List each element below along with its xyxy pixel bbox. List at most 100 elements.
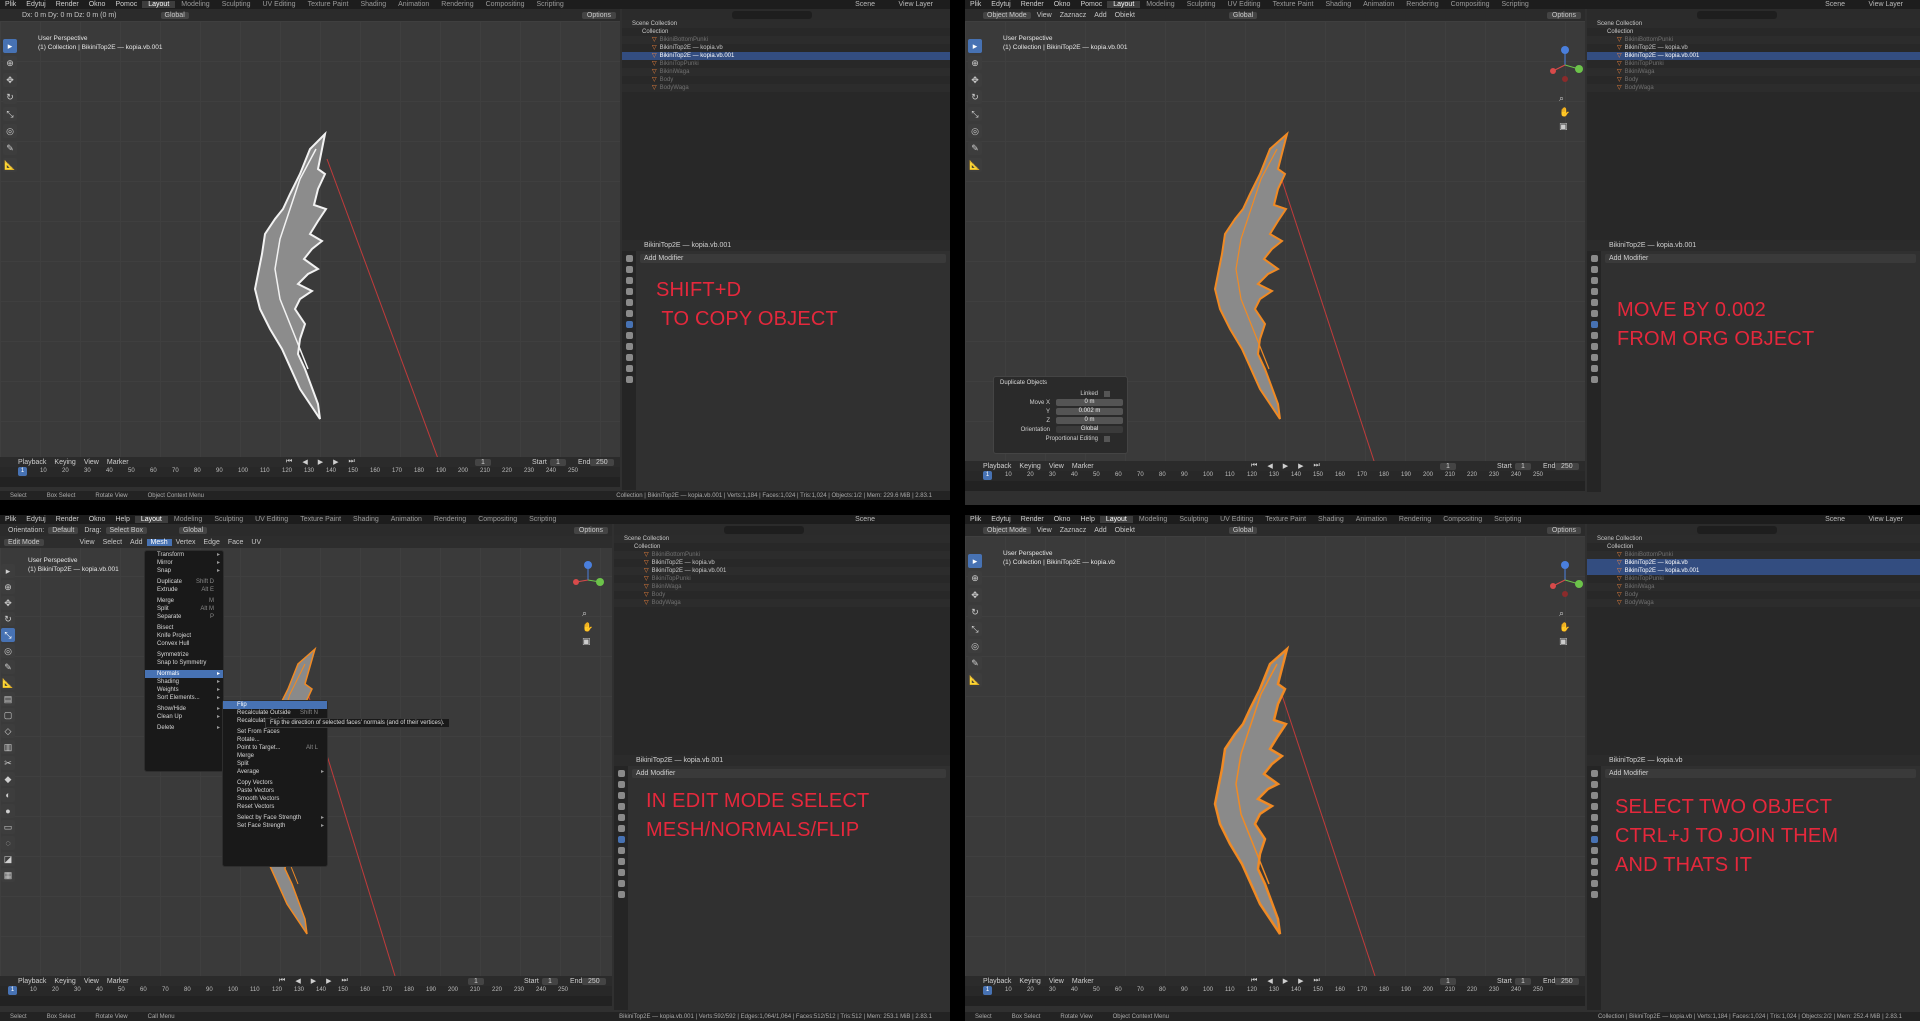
- menu-item-knife-project[interactable]: Knife Project: [145, 632, 223, 640]
- render-tab-icon[interactable]: [617, 781, 625, 788]
- tab-shading[interactable]: Shading: [1319, 1, 1357, 8]
- outliner-item[interactable]: ▽ BikiniTopPunki: [622, 60, 950, 68]
- physics-tab-icon[interactable]: [617, 858, 625, 865]
- output-tab-icon[interactable]: [1590, 792, 1598, 799]
- scene-selector[interactable]: Scene: [1820, 1, 1850, 8]
- add-modifier-button[interactable]: Add Modifier: [1605, 254, 1916, 263]
- menu-window[interactable]: Okno: [84, 1, 111, 8]
- playback-menu[interactable]: Playback: [0, 459, 50, 466]
- tool-tab-icon[interactable]: [1590, 255, 1598, 262]
- menu-item-smooth-vectors[interactable]: Smooth Vectors: [223, 795, 327, 803]
- particles-tab-icon[interactable]: [617, 847, 625, 854]
- menu-item-merge[interactable]: Merge M: [145, 597, 223, 605]
- scene-tab-icon[interactable]: [617, 814, 625, 821]
- scene-tab-icon[interactable]: [625, 299, 633, 306]
- prop-edit-checkbox[interactable]: [1104, 435, 1110, 442]
- particles-tab-icon[interactable]: [1590, 332, 1598, 339]
- tab-texture-paint[interactable]: Texture Paint: [294, 516, 347, 523]
- world-tab-icon[interactable]: [1590, 310, 1598, 317]
- view-menu[interactable]: View: [1045, 463, 1068, 470]
- 3d-viewport[interactable]: Orientation: Default Drag: Select Box Gl…: [0, 524, 612, 976]
- data-tab-icon[interactable]: [1590, 880, 1598, 887]
- tab-scripting[interactable]: Scripting: [523, 516, 562, 523]
- tool-tab-icon[interactable]: [1590, 770, 1598, 777]
- move-y-field[interactable]: 0.002 m: [1056, 408, 1123, 415]
- menu-edit[interactable]: Edytuj: [986, 516, 1015, 523]
- outliner-collection[interactable]: Collection: [622, 28, 950, 36]
- output-tab-icon[interactable]: [625, 277, 633, 284]
- material-tab-icon[interactable]: [1590, 891, 1598, 898]
- menu-item-snap-to-symmetry[interactable]: Snap to Symmetry: [145, 659, 223, 667]
- tab-sculpting[interactable]: Sculpting: [208, 516, 249, 523]
- frame-ruler[interactable]: 1 10 20 30 40 50 60 70 80 90 100 110 120 130 140 150 16…: [965, 471, 1585, 481]
- menu-render[interactable]: Render: [1016, 516, 1049, 523]
- tab-uv-editing[interactable]: UV Editing: [257, 1, 302, 8]
- menu-render[interactable]: Render: [51, 1, 84, 8]
- tab-animation[interactable]: Animation: [385, 516, 428, 523]
- world-tab-icon[interactable]: [1590, 825, 1598, 832]
- view-layer-tab-icon[interactable]: [1590, 288, 1598, 295]
- menu-item-symmetrize[interactable]: Symmetrize: [145, 651, 223, 659]
- frame-ruler[interactable]: 1 10 20 30 40 50 60 70 80 90 100 110 120 130 140 150 16…: [0, 986, 612, 996]
- outliner-item[interactable]: ▽ Body: [1587, 76, 1920, 84]
- prev-key-icon[interactable]: ◀: [1263, 977, 1276, 985]
- menu-render[interactable]: Render: [1016, 1, 1049, 8]
- prev-key-icon[interactable]: ◀: [298, 458, 311, 466]
- world-tab-icon[interactable]: [625, 310, 633, 317]
- end-frame-field[interactable]: 250: [582, 977, 606, 985]
- next-key-icon[interactable]: ▶: [322, 977, 335, 985]
- tab-texture-paint[interactable]: Texture Paint: [302, 1, 355, 8]
- tab-rendering[interactable]: Rendering: [1400, 1, 1444, 8]
- menu-item-select-by-face-strength[interactable]: Select by Face Strength ▸: [223, 814, 327, 822]
- jump-end-icon[interactable]: ⏭: [344, 458, 358, 466]
- menu-item-point-to-target[interactable]: Point to Target... Alt L: [223, 744, 327, 752]
- outliner-item[interactable]: ▽ BikiniTopPunki: [614, 575, 950, 583]
- outliner-scene-collection[interactable]: Scene Collection: [622, 20, 950, 28]
- material-tab-icon[interactable]: [625, 376, 633, 383]
- outliner-item[interactable]: ▽ BikiniTop2E — kopia.vb.001: [614, 567, 950, 575]
- jump-start-icon[interactable]: ⏮: [1247, 462, 1261, 470]
- outliner-item[interactable]: ▽ BikiniBottomPunki: [1587, 36, 1920, 44]
- physics-tab-icon[interactable]: [1590, 343, 1598, 350]
- tab-modeling[interactable]: Modeling: [175, 1, 215, 8]
- menu-file[interactable]: Plik: [965, 516, 986, 523]
- tab-uv-editing[interactable]: UV Editing: [249, 516, 294, 523]
- menu-render[interactable]: Render: [51, 516, 84, 523]
- outliner-item[interactable]: ▽ BikiniTop2E — kopia.vb.001: [622, 52, 950, 60]
- view-menu[interactable]: View: [80, 459, 103, 466]
- tool-tab-icon[interactable]: [625, 255, 633, 262]
- scene-selector[interactable]: Scene: [850, 1, 880, 8]
- view-layer-selector[interactable]: View Layer: [1863, 1, 1908, 8]
- menu-item-weights[interactable]: Weights ▸: [145, 686, 223, 694]
- playhead[interactable]: 1: [983, 986, 992, 995]
- start-frame-field[interactable]: 1: [1515, 462, 1531, 470]
- keying-menu[interactable]: Keying: [1015, 463, 1044, 470]
- tab-layout[interactable]: Layout: [1099, 516, 1133, 523]
- constraints-tab-icon[interactable]: [1590, 354, 1598, 361]
- tab-modeling[interactable]: Modeling: [1140, 1, 1180, 8]
- outliner-item[interactable]: ▽ Body: [614, 591, 950, 599]
- outliner-collection[interactable]: Collection: [1587, 543, 1920, 551]
- tab-rendering[interactable]: Rendering: [1393, 516, 1437, 523]
- 3d-viewport[interactable]: Object Mode View Zaznacz Add Obiekt Glob…: [965, 524, 1585, 976]
- start-frame-field[interactable]: 1: [550, 458, 566, 466]
- add-modifier-button[interactable]: Add Modifier: [632, 769, 946, 778]
- tab-texture-paint[interactable]: Texture Paint: [1259, 516, 1312, 523]
- outliner-item[interactable]: ▽ Body: [1587, 591, 1920, 599]
- scene-tab-icon[interactable]: [1590, 299, 1598, 306]
- outliner-item[interactable]: ▽ BikiniTop2E — kopia.vb: [1587, 559, 1920, 567]
- play-icon[interactable]: ▶: [307, 977, 320, 985]
- playback-menu[interactable]: Playback: [965, 463, 1015, 470]
- menu-item-average[interactable]: Average ▸: [223, 768, 327, 776]
- current-frame-field[interactable]: 1: [468, 977, 484, 985]
- view-layer-selector[interactable]: View Layer: [1863, 516, 1908, 523]
- 3d-viewport[interactable]: Object Mode View Zaznacz Add Obiekt Glob…: [965, 9, 1585, 465]
- physics-tab-icon[interactable]: [1590, 858, 1598, 865]
- outliner-item[interactable]: ▽ BodyWaga: [1587, 599, 1920, 607]
- outliner-item[interactable]: ▽ BikiniTop2E — kopia.vb.001: [1587, 567, 1920, 575]
- menu-item-recalculate-outside[interactable]: Recalculate Outside Shift N: [223, 709, 327, 717]
- menu-item-transform[interactable]: Transform ▸: [145, 551, 223, 559]
- end-frame-field[interactable]: 250: [1555, 462, 1579, 470]
- current-frame-field[interactable]: 1: [1440, 977, 1456, 985]
- outliner-collection[interactable]: Collection: [1587, 28, 1920, 36]
